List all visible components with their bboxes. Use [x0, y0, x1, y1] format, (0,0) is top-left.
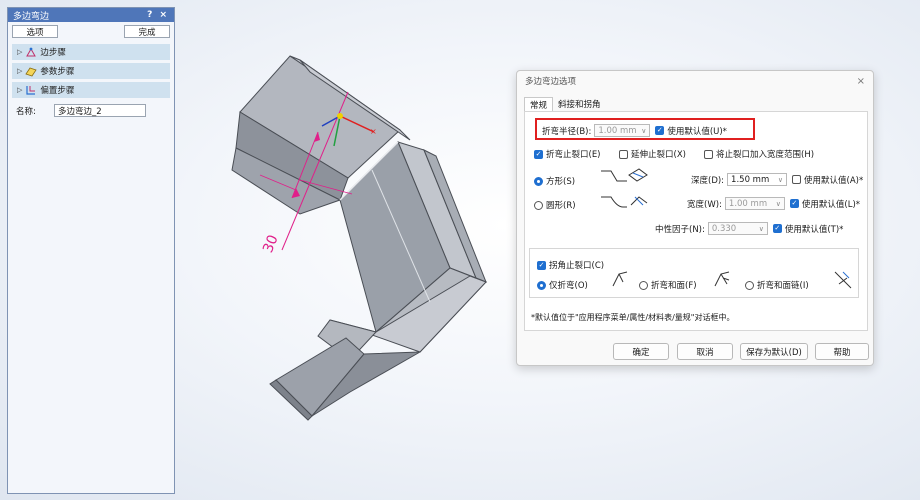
- width-input[interactable]: 1.00 mm ∨: [724, 197, 785, 210]
- edge-step-icon: [25, 46, 37, 58]
- step-offset[interactable]: ▷ 偏置步骤: [12, 82, 170, 98]
- bend-radius-input[interactable]: 1.00 mm ∨: [594, 124, 651, 137]
- chevron-down-icon: ∨: [758, 224, 764, 233]
- bend-face-label: 折弯和面(F): [651, 281, 697, 291]
- step-offset-label: 偏置步骤: [40, 86, 75, 96]
- shape-round-radio[interactable]: [534, 200, 543, 210]
- tab-general-content: [524, 111, 868, 331]
- tab-miters-corners[interactable]: 斜接和拐角: [553, 97, 606, 111]
- extend-relief-row: 延伸止裂口(X): [619, 148, 686, 160]
- expand-arrow-icon[interactable]: ▷: [17, 67, 22, 75]
- tab-general[interactable]: 常规: [524, 97, 554, 111]
- extend-relief-checkbox[interactable]: [619, 149, 628, 159]
- neutral-factor-input[interactable]: 0.330 ∨: [707, 222, 768, 235]
- depth-row: 深度(D): 1.50 mm ∨ 使用默认值(A)*: [691, 173, 863, 186]
- name-field[interactable]: 多边弯边_2: [54, 104, 146, 117]
- command-panel: 多边弯边 ? × 选项 完成 ▷ 边步骤 ▷ 参数步骤 ▷ 偏置步骤 名称: 多…: [7, 7, 175, 494]
- parameter-step-icon: [25, 65, 38, 77]
- bend-radius-row: 折弯半径(B): 1.00 mm ∨ ✓ 使用默认值(U)*: [542, 124, 727, 137]
- contour-flange-options-dialog: 多边弯边选项 × 常规 斜接和拐角 折弯半径(B): 1.00 mm ∨ ✓ 使…: [516, 70, 874, 366]
- shape-round-label: 圆形(R): [546, 201, 576, 211]
- use-default-neutral-checkbox[interactable]: ✓: [772, 224, 782, 233]
- dialog-title-bar: 多边弯边选项 ×: [517, 71, 873, 91]
- use-default-width-checkbox[interactable]: ✓: [789, 199, 799, 208]
- panel-button-row: 选项 完成: [8, 22, 174, 41]
- panel-title: 多边弯边: [13, 11, 50, 22]
- bend-radius-label: 折弯半径(B):: [542, 126, 592, 137]
- name-row: 名称: 多边弯边_2: [8, 98, 174, 117]
- options-button[interactable]: 选项: [12, 25, 58, 38]
- corner-relief-label: 拐角止裂口(C): [549, 261, 605, 271]
- depth-value: 1.50 mm: [731, 174, 770, 185]
- add-relief-width-checkbox[interactable]: [704, 149, 713, 159]
- shape-square-row: 方形(S): [534, 175, 575, 187]
- default-values-note: *默认值位于"应用程序菜单/属性/材料表/量规"对话框中。: [531, 313, 735, 322]
- dialog-title: 多边弯边选项: [525, 77, 577, 87]
- corner-option-bend-only: 仅折弯(O): [537, 279, 588, 291]
- use-default-width-label: 使用默认值(L)*: [801, 199, 861, 210]
- use-default-depth-checkbox[interactable]: [792, 175, 802, 184]
- corner-option-bend-face-chain: 折弯和面链(I): [745, 279, 809, 291]
- step-edge-label: 边步骤: [40, 48, 66, 58]
- shape-round-row: 圆形(R): [534, 199, 576, 211]
- bend-only-icon: [612, 271, 628, 287]
- expand-arrow-icon[interactable]: ▷: [17, 86, 22, 94]
- bend-face-radio[interactable]: [639, 280, 648, 290]
- bend-relief-label: 折弯止裂口(E): [546, 150, 601, 160]
- width-label: 宽度(W):: [687, 199, 722, 210]
- svg-text:×: ×: [370, 127, 377, 136]
- panel-title-bar: 多边弯边 ? ×: [8, 8, 174, 22]
- chevron-down-icon: ∨: [777, 175, 784, 184]
- bend-face-chain-icon: [834, 271, 852, 289]
- expand-arrow-icon[interactable]: ▷: [17, 48, 22, 56]
- dialog-tabs: 常规 斜接和拐角: [524, 97, 873, 111]
- close-icon[interactable]: ×: [857, 76, 865, 87]
- width-row: 宽度(W): 1.00 mm ∨ ✓ 使用默认值(L)*: [687, 197, 860, 210]
- shape-square-label: 方形(S): [546, 177, 576, 187]
- corner-relief-checkbox[interactable]: ✓: [537, 260, 546, 270]
- step-parameter[interactable]: ▷ 参数步骤: [12, 63, 170, 79]
- use-default-radius-checkbox[interactable]: ✓: [655, 126, 665, 135]
- bend-radius-value: 1.00 mm: [598, 125, 637, 136]
- corner-option-bend-face: 折弯和面(F): [639, 279, 697, 291]
- neutral-factor-label: 中性因子(N):: [655, 224, 705, 235]
- bend-only-label: 仅折弯(O): [549, 281, 588, 291]
- chevron-down-icon: ∨: [641, 126, 647, 135]
- ok-button[interactable]: 确定: [613, 343, 669, 360]
- help-button[interactable]: 帮助: [815, 343, 869, 360]
- neutral-factor-row: 中性因子(N): 0.330 ∨ ✓ 使用默认值(T)*: [655, 222, 843, 235]
- bend-relief-checkbox[interactable]: ✓: [534, 149, 543, 159]
- corner-relief-row: ✓ 拐角止裂口(C): [537, 259, 604, 271]
- bend-face-chain-label: 折弯和面链(I): [757, 281, 809, 291]
- use-default-neutral-label: 使用默认值(T)*: [784, 224, 844, 235]
- neutral-factor-value: 0.330: [711, 223, 737, 234]
- add-relief-width-label: 将止裂口加入宽度范围(H): [716, 150, 815, 160]
- bend-only-radio[interactable]: [537, 280, 546, 290]
- bend-face-chain-radio[interactable]: [745, 280, 754, 290]
- square-relief-icon: [601, 168, 648, 182]
- round-relief-icon: [601, 196, 648, 208]
- save-as-default-button[interactable]: 保存为默认(D): [740, 343, 808, 360]
- use-default-radius-label: 使用默认值(U)*: [667, 126, 727, 137]
- depth-label: 深度(D):: [691, 175, 725, 186]
- cancel-button[interactable]: 取消: [677, 343, 733, 360]
- width-value: 1.00 mm: [728, 198, 768, 209]
- chevron-down-icon: ∨: [775, 199, 781, 208]
- bend-face-icon: [714, 271, 730, 287]
- extend-relief-label: 延伸止裂口(X): [631, 150, 686, 160]
- depth-input[interactable]: 1.50 mm ∨: [727, 173, 788, 186]
- shape-square-radio[interactable]: [534, 176, 543, 186]
- finish-button[interactable]: 完成: [124, 25, 170, 38]
- step-edge[interactable]: ▷ 边步骤: [12, 44, 170, 60]
- offset-step-icon: [25, 84, 37, 96]
- bend-relief-row: ✓ 折弯止裂口(E): [534, 148, 601, 160]
- add-relief-width-row: 将止裂口加入宽度范围(H): [704, 148, 814, 160]
- step-parameter-label: 参数步骤: [40, 67, 75, 77]
- name-label: 名称:: [16, 106, 36, 117]
- use-default-depth-label: 使用默认值(A)*: [804, 175, 864, 186]
- panel-title-controls[interactable]: ? ×: [147, 10, 169, 20]
